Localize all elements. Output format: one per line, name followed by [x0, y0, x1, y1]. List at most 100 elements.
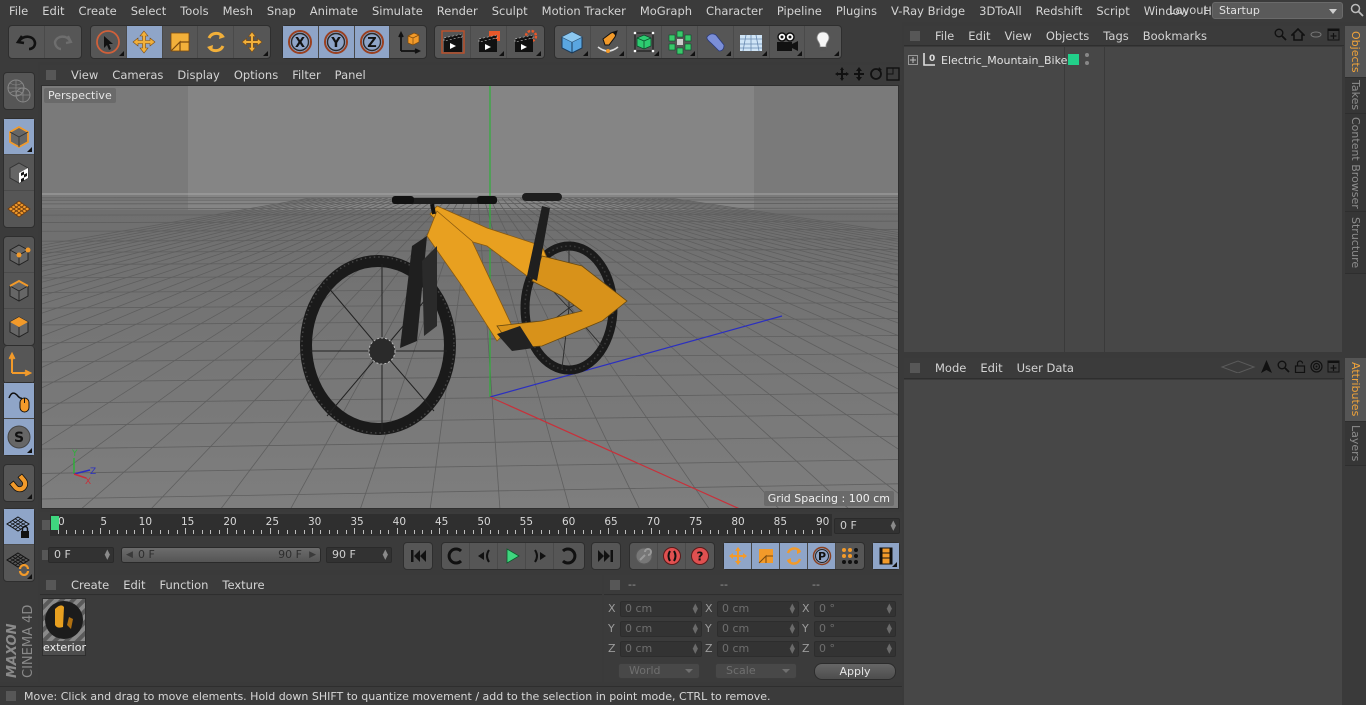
snap-button[interactable]	[4, 465, 34, 501]
coord-rot-y-field[interactable]: 0 ° ▲ ▼	[814, 621, 896, 637]
live-selection-button[interactable]	[91, 26, 127, 58]
menu-file[interactable]: File	[0, 4, 35, 18]
tab-objects[interactable]: Objects	[1345, 26, 1366, 78]
menu-tools[interactable]: Tools	[173, 4, 215, 18]
panel-grip-icon[interactable]	[46, 579, 56, 590]
menu-plugins[interactable]: Plugins	[829, 4, 884, 18]
tab-content-browser[interactable]: Content Browser	[1345, 114, 1366, 212]
current-frame-field[interactable]: 0 F ▲ ▼	[834, 518, 900, 534]
lock-icon[interactable]	[1294, 360, 1306, 373]
axis-mode-button[interactable]	[4, 346, 34, 382]
tab-layers[interactable]: Layers	[1345, 422, 1366, 466]
rotate-button[interactable]	[198, 26, 235, 58]
material-menu-create[interactable]: Create	[64, 578, 116, 592]
coord-size-z-field[interactable]: 0 cm ▲ ▼	[717, 641, 799, 657]
new-view-icon[interactable]	[1327, 28, 1340, 41]
menu-script[interactable]: Script	[1089, 4, 1136, 18]
timeline-ruler[interactable]: 0 5 10 15 20 25 30 35 40 45 50 55 60 65 70 75 80 85 90	[50, 514, 832, 536]
record-active-objects-button[interactable]	[658, 543, 686, 569]
render-visibility-dot[interactable]	[1085, 61, 1089, 65]
search-icon[interactable]	[1274, 28, 1287, 41]
x-axis-lock-button[interactable]: X	[283, 26, 319, 58]
workplane-align-button[interactable]	[4, 545, 34, 581]
model-mode-button[interactable]	[4, 119, 34, 155]
menu-pipeline[interactable]: Pipeline	[770, 4, 829, 18]
viewport-menu-filter[interactable]: Filter	[285, 68, 327, 82]
go-to-start-button[interactable]	[404, 543, 432, 569]
motion-record-button[interactable]	[630, 543, 658, 569]
layer-color-swatch[interactable]	[1068, 54, 1079, 65]
attribute-menu-user-data[interactable]: User Data	[1010, 361, 1081, 375]
subdivision-surface-button[interactable]	[627, 26, 663, 58]
cloner-button[interactable]	[662, 26, 698, 58]
viewport-menu-cameras[interactable]: Cameras	[105, 68, 170, 82]
viewport-menu-view[interactable]: View	[64, 68, 105, 82]
coordinate-mode-select[interactable]: Scale	[715, 663, 797, 679]
previous-key-button[interactable]	[442, 543, 470, 569]
menu-mograph[interactable]: MoGraph	[633, 4, 699, 18]
key-rotation-button[interactable]	[780, 543, 808, 569]
z-axis-lock-button[interactable]: Z	[354, 26, 391, 58]
playhead[interactable]	[51, 516, 59, 530]
autokeying-button[interactable]: ?	[686, 543, 714, 569]
menu-render[interactable]: Render	[430, 4, 485, 18]
panel-grip-icon[interactable]	[910, 30, 920, 41]
up-arrow-icon[interactable]	[1260, 360, 1273, 373]
menu-motion-tracker[interactable]: Motion Tracker	[535, 4, 633, 18]
range-right-arrow-icon[interactable]: ▶	[309, 548, 316, 562]
render-to-picture-viewer-button[interactable]	[471, 26, 507, 58]
loop-button[interactable]	[554, 543, 582, 569]
viewport-menu-display[interactable]: Display	[170, 68, 226, 82]
panel-grip-icon[interactable]	[910, 363, 920, 373]
workplane-lock-button[interactable]	[4, 509, 34, 545]
move-button[interactable]	[126, 26, 163, 58]
deformer-button[interactable]	[698, 26, 734, 58]
material-menu-function[interactable]: Function	[153, 578, 216, 592]
key-parameter-button[interactable]: P	[808, 543, 836, 569]
search-icon[interactable]	[1277, 360, 1290, 373]
object-row[interactable]: 0 Electric_Mountain_Bike	[904, 50, 1067, 70]
make-editable-button[interactable]	[4, 73, 34, 109]
coord-rot-z-field[interactable]: 0 ° ▲ ▼	[814, 641, 896, 657]
render-settings-button[interactable]	[507, 26, 543, 58]
viewport-menu-panel[interactable]: Panel	[328, 68, 373, 82]
workplane-mode-button[interactable]	[4, 191, 34, 227]
texture-mode-button[interactable]	[4, 155, 34, 191]
menu-animate[interactable]: Animate	[303, 4, 365, 18]
tab-structure[interactable]: Structure	[1345, 212, 1366, 274]
go-to-end-button[interactable]	[592, 543, 620, 569]
menu-character[interactable]: Character	[699, 4, 770, 18]
points-mode-button[interactable]	[4, 237, 34, 273]
material-menu-edit[interactable]: Edit	[116, 578, 152, 592]
end-frame-field[interactable]: 90 F ▲ ▼	[326, 547, 392, 563]
expand-icon[interactable]	[908, 55, 918, 65]
maximize-view-icon[interactable]	[886, 67, 900, 81]
light-button[interactable]	[805, 26, 841, 58]
tab-attributes[interactable]: Attributes	[1345, 358, 1366, 422]
rotate-view-icon[interactable]	[869, 67, 883, 81]
scale-button[interactable]	[163, 26, 199, 58]
panel-grip-icon[interactable]	[46, 70, 56, 80]
object-menu-bookmarks[interactable]: Bookmarks	[1136, 29, 1214, 43]
cube-button[interactable]	[555, 26, 591, 58]
coordinate-space-select[interactable]: World	[618, 663, 700, 679]
menu-vray-bridge[interactable]: V-Ray Bridge	[884, 4, 972, 18]
menu-sculpt[interactable]: Sculpt	[485, 4, 535, 18]
material-menu-texture[interactable]: Texture	[215, 578, 271, 592]
menu-redshift[interactable]: Redshift	[1029, 4, 1090, 18]
camera-button[interactable]	[770, 26, 806, 58]
coord-pos-z-field[interactable]: 0 cm ▲ ▼	[620, 641, 702, 657]
play-forwards-button[interactable]	[498, 543, 526, 569]
start-frame-field[interactable]: 0 F ▲ ▼	[48, 547, 114, 563]
play-backwards-button[interactable]	[470, 543, 498, 569]
coord-size-x-field[interactable]: 0 cm ▲ ▼	[717, 601, 799, 617]
menu-edit[interactable]: Edit	[35, 4, 71, 18]
zoom-view-icon[interactable]	[852, 67, 866, 81]
key-pla-button[interactable]	[836, 543, 864, 569]
link-icon[interactable]	[1309, 28, 1323, 41]
key-position-button[interactable]	[724, 543, 752, 569]
solo-button[interactable]: S	[4, 419, 34, 455]
floor-button[interactable]	[734, 26, 770, 58]
frame-range-slider[interactable]: ◀ 0 F 90 F ▶	[121, 547, 321, 563]
coord-pos-x-field[interactable]: 0 cm ▲ ▼	[620, 601, 702, 617]
